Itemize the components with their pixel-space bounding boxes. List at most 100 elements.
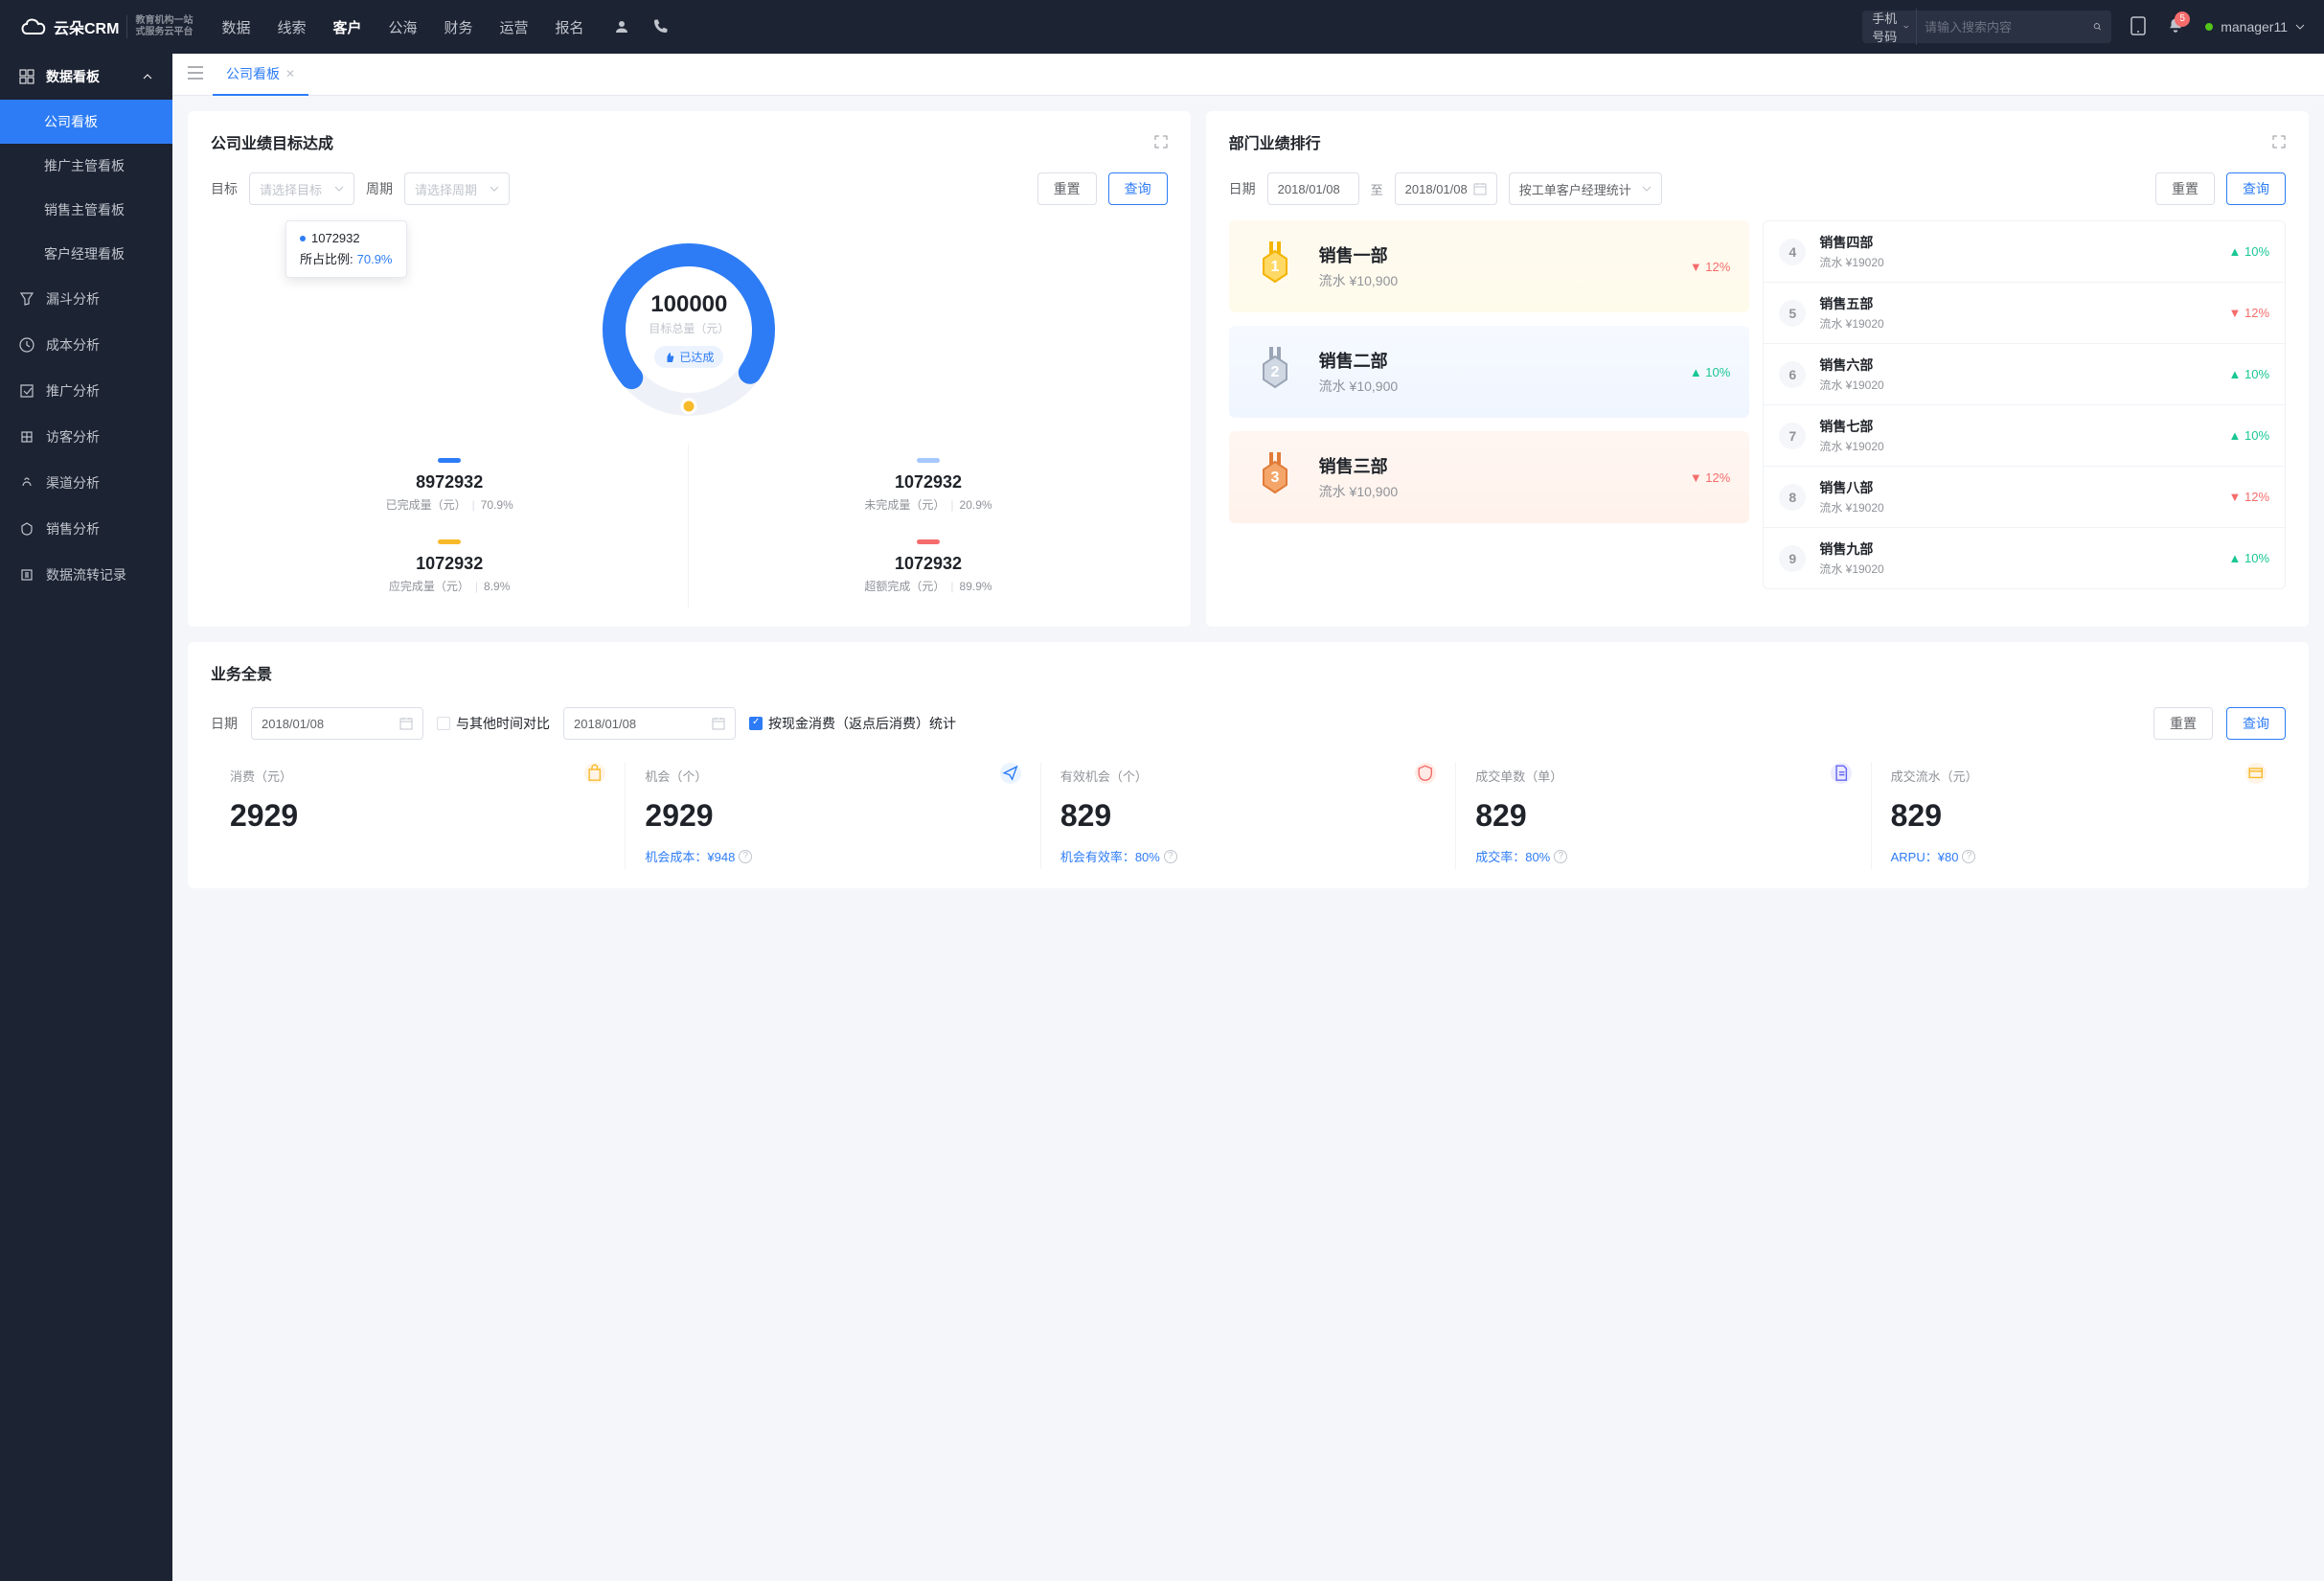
bell-icon[interactable]: 5 xyxy=(2167,17,2184,37)
sidebar-item-2[interactable]: 推广分析 xyxy=(0,368,172,414)
overview-date2-input[interactable]: 2018/01/08 xyxy=(563,707,736,740)
nav-item-0[interactable]: 数据 xyxy=(221,17,250,37)
stats-by-select[interactable]: 按工单客户经理统计 xyxy=(1509,172,1662,205)
calendar-icon xyxy=(712,717,725,730)
sidebar-sub-2[interactable]: 销售主管看板 xyxy=(0,188,172,232)
rank-number: 4 xyxy=(1779,239,1806,265)
overview-date1-input[interactable]: 2018/01/08 xyxy=(251,707,423,740)
calendar-icon xyxy=(1473,182,1487,195)
label-date: 日期 xyxy=(1229,179,1256,198)
svg-text:3: 3 xyxy=(1270,470,1279,486)
mobile-icon[interactable] xyxy=(2130,16,2146,38)
target-stat: 1072932 未完成量（元）|20.9% xyxy=(689,445,1167,526)
rank-item: 8 销售八部流水 ¥19020 ▼ 12% xyxy=(1764,467,2285,528)
sidebar-item-4[interactable]: 渠道分析 xyxy=(0,460,172,506)
sidebar-sub-0[interactable]: 公司看板 xyxy=(0,100,172,144)
logo-icon xyxy=(19,16,48,37)
svg-text:2: 2 xyxy=(1270,364,1279,380)
sidebar-item-5[interactable]: 销售分析 xyxy=(0,506,172,552)
medal-icon: 1 xyxy=(1248,240,1302,293)
search-input[interactable] xyxy=(1925,20,2093,34)
stat-icon xyxy=(2245,763,2267,784)
rank-number: 9 xyxy=(1779,545,1806,572)
tab-company-board[interactable]: 公司看板 ✕ xyxy=(213,54,308,96)
help-icon[interactable]: ? xyxy=(739,850,752,863)
top-nav: 数据 线索 客户 公海 财务 运营 报名 xyxy=(221,17,583,37)
nav-item-4[interactable]: 财务 xyxy=(444,17,473,37)
donut-chart: 1072932 所占比例:70.9% 100000 目标总量（元） 已达成 xyxy=(211,234,1168,425)
sidebar-item-6[interactable]: 数据流转记录 xyxy=(0,552,172,598)
search-type-select[interactable]: 手机号码 xyxy=(1872,9,1917,45)
tab-menu-icon[interactable] xyxy=(182,60,209,88)
help-icon[interactable]: ? xyxy=(1962,850,1975,863)
chart-tooltip: 1072932 所占比例:70.9% xyxy=(285,220,407,278)
nav-item-5[interactable]: 运营 xyxy=(500,17,529,37)
goal-select[interactable]: 请选择目标 xyxy=(249,172,354,205)
search-icon[interactable] xyxy=(2093,19,2102,34)
chevron-down-icon xyxy=(1903,22,1908,32)
phone-icon[interactable] xyxy=(651,18,669,35)
trend-indicator: ▲ 10% xyxy=(2229,244,2270,259)
search-box: 手机号码 xyxy=(1862,11,2111,43)
user-menu[interactable]: manager11 xyxy=(2205,19,2305,34)
query-button[interactable]: 查询 xyxy=(1108,172,1168,205)
sidebar-item-3[interactable]: 访客分析 xyxy=(0,414,172,460)
trend-indicator: ▲ 10% xyxy=(2229,367,2270,381)
stat-bar-icon xyxy=(438,458,461,463)
help-icon[interactable]: ? xyxy=(1554,850,1567,863)
rank-item: 4 销售四部流水 ¥19020 ▲ 10% xyxy=(1764,221,2285,283)
main-content: 公司看板 ✕ 公司业绩目标达成 目标 请选择目标 周期 xyxy=(172,54,2324,1581)
rank-card-top-1: 1 销售一部 流水 ¥10,900 ▼ 12% xyxy=(1229,220,1750,312)
expand-icon[interactable] xyxy=(2272,135,2286,149)
panel-target: 公司业绩目标达成 目标 请选择目标 周期 请选择周期 重置 查询 xyxy=(188,111,1191,627)
reset-button[interactable]: 重置 xyxy=(2155,172,2215,205)
overview-stat-4: 成交流水（元） 829ARPU：¥80? xyxy=(1872,763,2286,869)
trend-indicator: ▲ 10% xyxy=(1690,365,1731,379)
target-stat: 8972932 已完成量（元）|70.9% xyxy=(211,445,689,526)
query-button[interactable]: 查询 xyxy=(2226,707,2286,740)
donut-label: 目标总量（元） xyxy=(649,320,729,336)
expand-icon[interactable] xyxy=(1154,135,1168,149)
menu-icon xyxy=(19,291,34,307)
thumbs-up-icon xyxy=(664,352,675,363)
panel-title: 业务全景 xyxy=(211,661,2286,684)
rank-number: 6 xyxy=(1779,361,1806,388)
stat-icon xyxy=(1000,763,1021,784)
sidebar-item-0[interactable]: 漏斗分析 xyxy=(0,276,172,322)
help-icon[interactable]: ? xyxy=(1164,850,1177,863)
overview-stat-2: 有效机会（个） 829机会有效率：80%? xyxy=(1041,763,1456,869)
medal-icon: 3 xyxy=(1248,450,1302,504)
rank-card-top-3: 3 销售三部 流水 ¥10,900 ▼ 12% xyxy=(1229,431,1750,523)
close-icon[interactable]: ✕ xyxy=(285,67,295,80)
reset-button[interactable]: 重置 xyxy=(2153,707,2213,740)
nav-item-2[interactable]: 客户 xyxy=(332,17,361,37)
menu-icon xyxy=(19,521,34,537)
rank-item: 6 销售六部流水 ¥19020 ▲ 10% xyxy=(1764,344,2285,405)
reset-button[interactable]: 重置 xyxy=(1037,172,1097,205)
nav-item-6[interactable]: 报名 xyxy=(556,17,584,37)
nav-item-1[interactable]: 线索 xyxy=(277,17,306,37)
compare-checkbox[interactable]: 与其他时间对比 xyxy=(437,714,550,733)
rank-item: 5 销售五部流水 ¥19020 ▼ 12% xyxy=(1764,283,2285,344)
nav-item-3[interactable]: 公海 xyxy=(389,17,418,37)
sidebar-item-1[interactable]: 成本分析 xyxy=(0,322,172,368)
label-date: 日期 xyxy=(211,714,238,733)
tab-bar: 公司看板 ✕ xyxy=(172,54,2324,96)
app-header: 云朵CRM 教育机构一站 式服务云平台 数据线索客户公海财务运营报名 手机号码 … xyxy=(0,0,2324,54)
sidebar-sub-3[interactable]: 客户经理看板 xyxy=(0,232,172,276)
period-select[interactable]: 请选择周期 xyxy=(404,172,510,205)
sidebar-sub-1[interactable]: 推广主管看板 xyxy=(0,144,172,188)
date-from-input[interactable]: 2018/01/08 xyxy=(1267,172,1359,205)
rank-item: 9 销售九部流水 ¥19020 ▲ 10% xyxy=(1764,528,2285,588)
user-icon[interactable] xyxy=(613,18,630,35)
trend-indicator: ▲ 10% xyxy=(2229,551,2270,565)
trend-indicator: ▼ 12% xyxy=(1690,470,1731,485)
sidebar-head-dashboard[interactable]: 数据看板 xyxy=(0,54,172,100)
stat-bar-icon xyxy=(917,458,940,463)
cash-checkbox[interactable]: 按现金消费（返点后消费）统计 xyxy=(749,714,956,733)
query-button[interactable]: 查询 xyxy=(2226,172,2286,205)
logo-subtitle: 教育机构一站 式服务云平台 xyxy=(126,15,193,38)
label-period: 周期 xyxy=(366,179,393,198)
date-to-input[interactable]: 2018/01/08 xyxy=(1395,172,1497,205)
chevron-down-icon xyxy=(1642,184,1652,194)
